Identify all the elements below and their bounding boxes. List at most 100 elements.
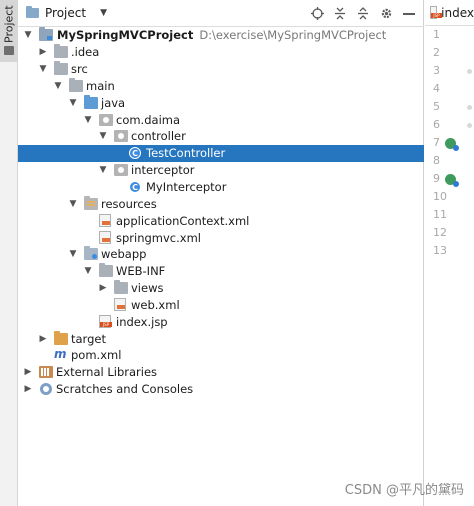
line-number: 11	[425, 206, 474, 224]
tree-label: springmvc.xml	[116, 230, 201, 245]
tree-label: MyInterceptor	[146, 180, 227, 195]
tree-label: com.daima	[116, 112, 181, 127]
tree-row-my-interceptor[interactable]: C MyInterceptor	[18, 179, 424, 196]
tree-row-application-context[interactable]: applicationContext.xml	[18, 212, 424, 229]
chevron-down-icon[interactable]: ▼	[97, 164, 109, 176]
xml-file-icon	[99, 214, 111, 228]
project-view-selector[interactable]: Project ▼	[26, 3, 107, 23]
chevron-down-icon[interactable]: ▼	[52, 80, 64, 92]
tree-row-controller[interactable]: ▼ controller	[18, 128, 424, 145]
expand-all-icon[interactable]	[333, 7, 347, 21]
fold-marker-icon[interactable]	[467, 69, 472, 74]
project-view-title: Project	[45, 6, 87, 20]
line-number-text: 5	[433, 100, 440, 113]
tree-row-test-controller[interactable]: C TestController	[18, 144, 424, 162]
tree-row-pom[interactable]: m pom.xml	[18, 347, 424, 364]
tree-row-views[interactable]: ▶ views	[18, 280, 424, 297]
chevron-down-icon[interactable]: ▼	[82, 114, 94, 126]
chevron-down-icon[interactable]: ▼	[22, 29, 34, 41]
scratches-icon	[40, 383, 52, 396]
line-number-text: 2	[433, 46, 440, 59]
tree-row-resources[interactable]: ▼ resources	[18, 195, 424, 212]
tree-label: web.xml	[131, 297, 180, 312]
run-gutter-icon[interactable]	[445, 174, 459, 187]
source-folder-icon	[84, 94, 98, 109]
chevron-right-icon[interactable]: ▶	[22, 383, 34, 395]
project-tool-tab[interactable]: Project	[0, 0, 18, 62]
tree-label: target	[71, 331, 106, 346]
line-number-text: 8	[433, 154, 440, 167]
line-number: 2	[425, 44, 474, 62]
tree-label: index.jsp	[116, 314, 168, 329]
run-gutter-icon[interactable]	[445, 138, 459, 151]
folder-icon	[54, 61, 68, 76]
chevron-down-icon[interactable]: ▼	[67, 248, 79, 260]
watermark: CSDN @平凡的黛码	[344, 483, 464, 498]
editor-gutter: 1 2 3 4 5 6 7 8 9 10 11 12 13	[425, 26, 474, 260]
tree-row-target[interactable]: ▶ target	[18, 330, 424, 347]
tree-label: webapp	[101, 247, 147, 262]
tree-row-springmvc[interactable]: springmvc.xml	[18, 229, 424, 246]
package-icon	[99, 113, 113, 126]
line-number: 12	[425, 224, 474, 242]
resources-folder-icon	[84, 195, 98, 210]
tree-label: pom.xml	[71, 348, 122, 363]
line-number: 13	[425, 242, 474, 260]
fold-marker-icon[interactable]	[467, 123, 472, 128]
editor-tab-index[interactable]: index	[425, 0, 474, 26]
tree-row-project-root[interactable]: ▼ MySpringMVCProject D:\exercise\MySpring…	[18, 27, 424, 44]
xml-file-icon	[114, 298, 126, 312]
chevron-down-icon[interactable]: ▼	[97, 130, 109, 142]
tree-row-web-inf[interactable]: ▼ WEB-INF	[18, 263, 424, 280]
chevron-right-icon[interactable]: ▶	[22, 366, 34, 378]
tree-label: main	[86, 78, 115, 93]
chevron-down-icon[interactable]: ▼	[100, 8, 107, 18]
editor-tab-label: index	[441, 5, 474, 20]
hide-icon[interactable]	[402, 7, 416, 21]
collapse-all-icon[interactable]	[356, 7, 370, 21]
line-number: 4	[425, 80, 474, 98]
line-number: 3	[425, 62, 474, 80]
tree-row-main[interactable]: ▼ main	[18, 77, 424, 95]
folder-icon	[114, 280, 128, 295]
fold-marker-icon[interactable]	[467, 105, 472, 110]
tree-row-java[interactable]: ▼ java	[18, 94, 424, 111]
class-icon: C	[129, 147, 141, 160]
tree-row-external-libraries[interactable]: ▶ External Libraries	[18, 364, 424, 381]
tree-row-interceptor[interactable]: ▼ interceptor	[18, 162, 424, 179]
tree-label: Scratches and Consoles	[56, 382, 194, 397]
chevron-down-icon[interactable]: ▼	[82, 265, 94, 277]
tree-row-src[interactable]: ▼ src	[18, 61, 424, 78]
maven-icon: m	[54, 347, 67, 362]
tree-label: views	[131, 281, 164, 296]
gear-icon[interactable]	[379, 7, 393, 21]
tree-row-package[interactable]: ▼ com.daima	[18, 111, 424, 128]
chevron-down-icon[interactable]: ▼	[37, 63, 49, 75]
tree-label: TestController	[146, 146, 226, 161]
tree-label: .idea	[71, 45, 100, 60]
chevron-right-icon[interactable]: ▶	[37, 333, 49, 345]
project-tree: ▼ MySpringMVCProject D:\exercise\MySpring…	[18, 27, 424, 398]
xml-file-icon	[99, 231, 111, 245]
line-number-text: 6	[433, 118, 440, 131]
line-number: 1	[425, 26, 474, 44]
tree-row-index-jsp[interactable]: index.jsp	[18, 313, 424, 330]
tree-row-scratches[interactable]: ▶ Scratches and Consoles	[18, 381, 424, 398]
tool-window-stripe: Project	[0, 0, 18, 506]
line-number-text: 3	[433, 64, 440, 77]
chevron-right-icon[interactable]: ▶	[97, 282, 109, 294]
tree-row-web-xml[interactable]: web.xml	[18, 297, 424, 314]
tree-row-webapp[interactable]: ▼ webapp	[18, 246, 424, 263]
chevron-right-icon[interactable]: ▶	[37, 46, 49, 58]
tree-label: applicationContext.xml	[116, 213, 250, 228]
line-number-text: 12	[433, 226, 447, 239]
line-number-text: 10	[433, 190, 447, 203]
chevron-down-icon[interactable]: ▼	[67, 97, 79, 109]
class-icon: C	[129, 181, 141, 194]
line-number: 7	[425, 134, 474, 152]
chevron-down-icon[interactable]: ▼	[67, 198, 79, 210]
line-number-text: 1	[433, 28, 440, 41]
locate-icon[interactable]	[310, 7, 324, 21]
tree-label: resources	[101, 196, 157, 211]
tree-row-idea[interactable]: ▶ .idea	[18, 44, 424, 61]
